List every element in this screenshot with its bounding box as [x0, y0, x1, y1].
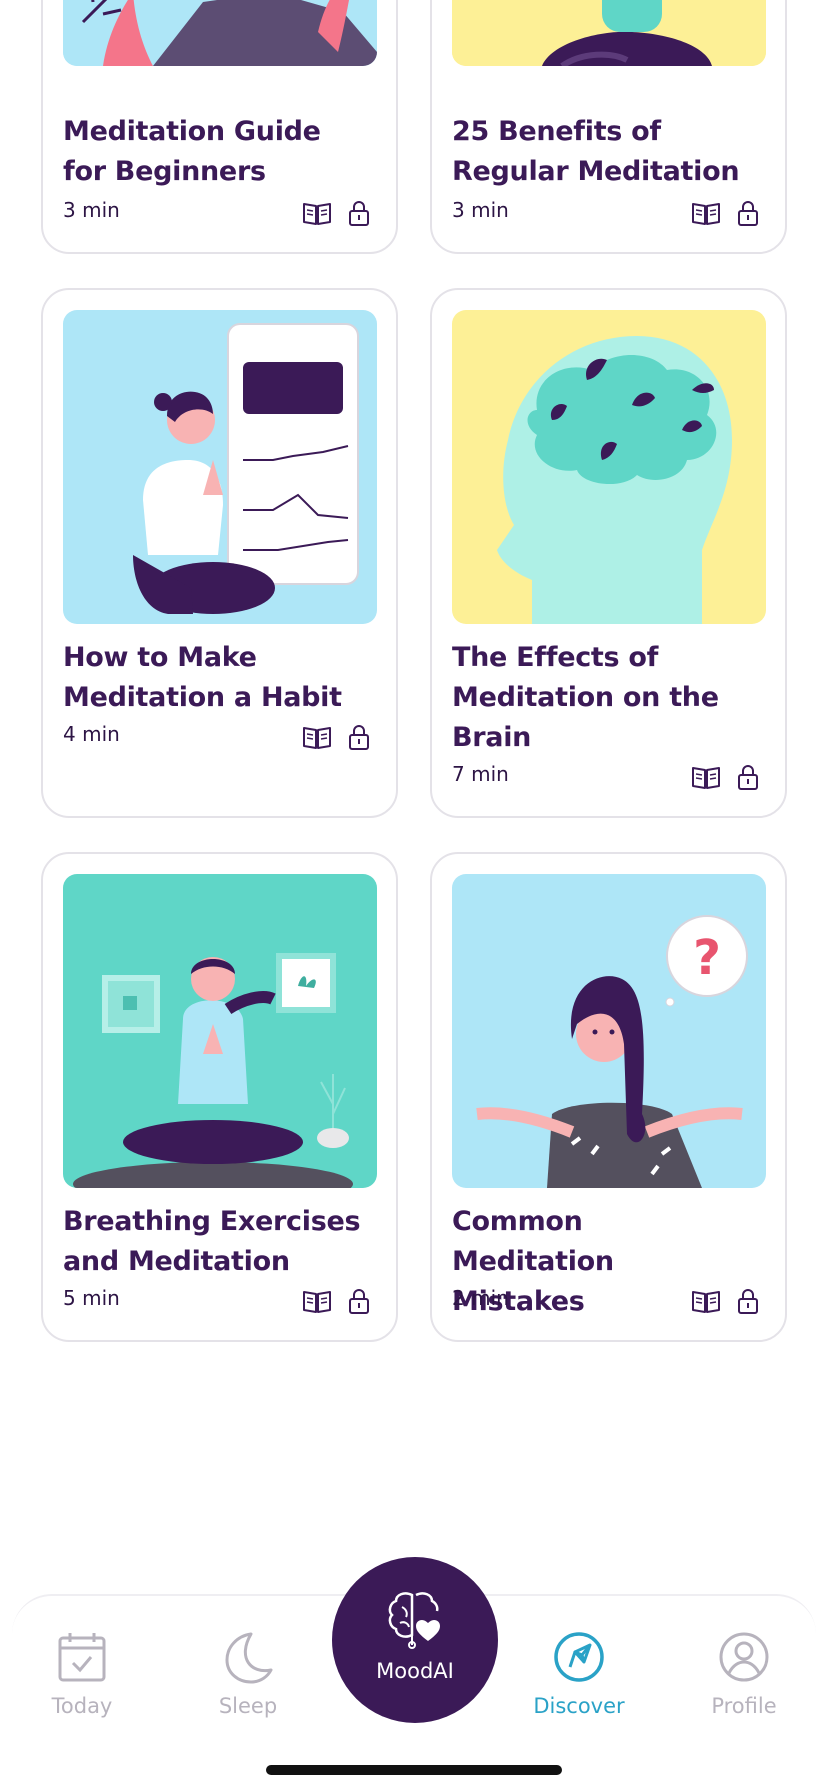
tab-label: Sleep [218, 1694, 278, 1718]
article-duration: 3 min [63, 198, 120, 222]
article-duration: 7 min [452, 762, 509, 786]
tab-discover[interactable]: Discover [519, 1630, 639, 1718]
article-title: Breathing Exercises and Meditation [63, 1206, 361, 1277]
article-title: 25 Benefits of Regular Meditation [452, 116, 740, 187]
open-book-icon [302, 200, 332, 226]
open-book-icon [302, 1288, 332, 1314]
article-card[interactable]: The Effects of Meditation on the Brain 7… [430, 288, 787, 818]
tab-label: Profile [711, 1694, 777, 1718]
lock-icon [733, 200, 763, 226]
open-book-icon [302, 724, 332, 750]
tab-label: Discover [533, 1694, 625, 1718]
article-card[interactable]: Breathing Exercises and Meditation 5 min [41, 852, 398, 1342]
lock-icon [344, 1288, 374, 1314]
article-card[interactable]: Meditation Guide for Beginners 3 min [41, 0, 398, 254]
article-card[interactable]: How to Make Meditation a Habit 4 min [41, 288, 398, 818]
user-profile-icon [717, 1630, 771, 1684]
moodai-button[interactable]: MoodAI [332, 1557, 498, 1723]
svg-text:?: ? [693, 930, 721, 986]
tab-today[interactable]: Today [22, 1630, 142, 1718]
brain-heart-icon [382, 1585, 448, 1651]
article-title: The Effects of Meditation on the Brain [452, 642, 719, 753]
article-illustration [63, 874, 377, 1188]
article-card[interactable]: 25 Benefits of Regular Meditation 3 min [430, 0, 787, 254]
lock-icon [733, 764, 763, 790]
article-illustration [63, 0, 377, 66]
compass-navigation-icon [552, 1630, 606, 1684]
tab-label: Today [51, 1694, 113, 1718]
article-duration: 2 min [452, 1286, 509, 1310]
open-book-icon [691, 1288, 721, 1314]
article-illustration: ? [452, 874, 766, 1188]
lock-icon [733, 1288, 763, 1314]
calendar-check-icon [55, 1630, 109, 1684]
article-card[interactable]: ? Common Meditation Mistakes 2 min [430, 852, 787, 1342]
tab-sleep[interactable]: Sleep [188, 1630, 308, 1718]
article-illustration [63, 310, 377, 624]
article-illustration [452, 0, 766, 66]
article-illustration [452, 310, 766, 624]
tab-profile[interactable]: Profile [684, 1630, 804, 1718]
article-title: Meditation Guide for Beginners [63, 116, 321, 187]
lock-icon [344, 724, 374, 750]
moodai-label: MoodAI [376, 1659, 454, 1683]
article-duration: 3 min [452, 198, 509, 222]
open-book-icon [691, 200, 721, 226]
home-indicator[interactable] [266, 1765, 562, 1775]
article-duration: 4 min [63, 722, 120, 746]
article-duration: 5 min [63, 1286, 120, 1310]
open-book-icon [691, 764, 721, 790]
lock-icon [344, 200, 374, 226]
article-title: How to Make Meditation a Habit [63, 642, 342, 713]
moon-icon [221, 1630, 275, 1684]
